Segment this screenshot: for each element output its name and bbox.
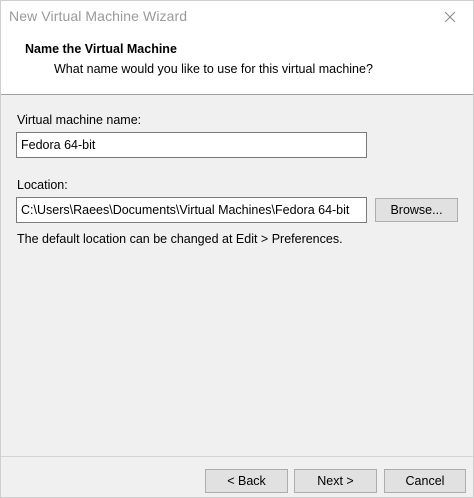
location-input[interactable]: C:\Users\Raees\Documents\Virtual Machine… bbox=[16, 197, 367, 223]
close-icon bbox=[444, 11, 456, 23]
title-bar: New Virtual Machine Wizard bbox=[1, 1, 473, 33]
vm-name-label: Virtual machine name: bbox=[17, 113, 142, 127]
vm-name-input[interactable]: Fedora 64-bit bbox=[16, 132, 367, 158]
location-label: Location: bbox=[17, 178, 68, 192]
close-button[interactable] bbox=[427, 1, 473, 33]
location-hint: The default location can be changed at E… bbox=[17, 232, 343, 246]
wizard-header: Name the Virtual Machine What name would… bbox=[1, 33, 473, 95]
back-button[interactable]: < Back bbox=[205, 469, 288, 493]
window-title: New Virtual Machine Wizard bbox=[9, 8, 188, 24]
page-subtitle: What name would you like to use for this… bbox=[54, 62, 373, 76]
next-button[interactable]: Next > bbox=[294, 469, 377, 493]
cancel-button[interactable]: Cancel bbox=[384, 469, 466, 493]
wizard-content: Virtual machine name: Fedora 64-bit Loca… bbox=[1, 96, 473, 456]
page-title: Name the Virtual Machine bbox=[25, 42, 177, 56]
wizard-window: New Virtual Machine Wizard Name the Virt… bbox=[0, 0, 474, 498]
browse-button[interactable]: Browse... bbox=[375, 198, 458, 222]
footer-divider bbox=[1, 456, 473, 457]
